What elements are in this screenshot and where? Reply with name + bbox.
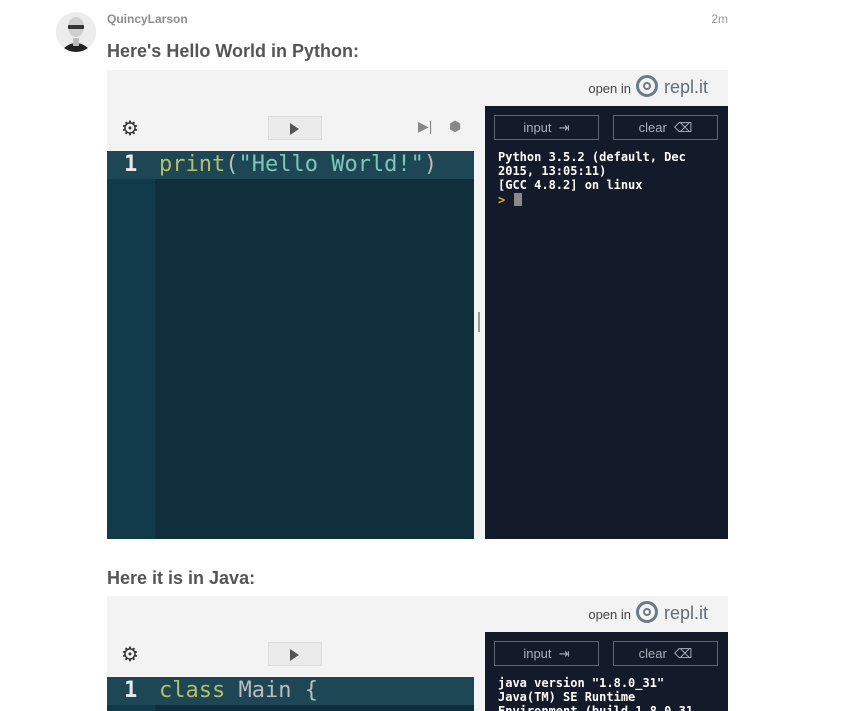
pane-divider[interactable] <box>474 106 485 539</box>
code-token-keyword: class <box>159 678 226 703</box>
gear-icon[interactable]: ⚙ <box>121 645 139 665</box>
backspace-icon: ⌫ <box>670 646 693 661</box>
divider-grip[interactable] <box>478 312 480 332</box>
code-text: class Main { <box>159 677 318 705</box>
input-button[interactable]: input ⇥ <box>494 115 599 140</box>
avatar[interactable] <box>56 12 96 52</box>
step-icon[interactable]: ▶| <box>418 118 432 135</box>
package-icon[interactable]: ⬢ <box>449 118 461 135</box>
clear-button[interactable]: clear ⌫ <box>613 115 718 140</box>
embed-header-bar: open in repl.it <box>107 70 728 106</box>
input-button-label: input <box>523 646 552 661</box>
input-button-label: input <box>523 120 552 135</box>
line-gutter <box>107 151 155 539</box>
clear-button-label: clear <box>638 120 667 135</box>
console-cursor <box>514 193 522 206</box>
console-output: Python 3.5.2 (default, Dec 2015, 13:05:1… <box>498 150 686 192</box>
input-button[interactable]: input ⇥ <box>494 641 599 666</box>
editor-toolbar: ⚙ <box>107 632 474 677</box>
code-area[interactable]: 1 class Main { <box>107 677 474 711</box>
repl-brand: repl.it <box>664 77 709 97</box>
gear-icon[interactable]: ⚙ <box>121 119 139 139</box>
editor-toolbar: ⚙ ▶| ⬢ <box>107 106 474 151</box>
console-output: java version "1.8.0_31" Java(TM) SE Runt… <box>498 676 694 711</box>
code-editor: ⚙ ▶| ⬢ 1 print("Hello World!") <box>107 106 474 539</box>
repl-logo[interactable]: repl.it <box>636 74 716 104</box>
avatar-portrait <box>56 12 96 52</box>
repl-logo-icon <box>636 601 658 623</box>
heading-python: Here's Hello World in Python: <box>107 41 359 61</box>
repl-embed-python: open in repl.it ⚙ ▶| ⬢ 1 print("Hello Wo… <box>107 70 728 539</box>
line-number: 1 <box>124 152 138 177</box>
code-line[interactable]: 1 class Main { <box>107 677 474 705</box>
clear-button-label: clear <box>638 646 667 661</box>
code-token-function: print <box>159 152 226 177</box>
open-in-label[interactable]: open in <box>588 81 631 96</box>
run-button[interactable] <box>268 642 322 666</box>
code-line[interactable]: 1 print("Hello World!") <box>107 151 474 179</box>
repl-logo[interactable]: repl.it <box>636 600 716 630</box>
code-token-paren-open: ( <box>225 152 239 177</box>
repl-brand: repl.it <box>664 603 709 623</box>
code-token-identifier: Main { <box>225 678 318 703</box>
code-text: print("Hello World!") <box>159 151 437 179</box>
backspace-icon: ⌫ <box>670 120 693 135</box>
pane-divider[interactable] <box>474 632 485 711</box>
embed-header-bar: open in repl.it <box>107 596 728 632</box>
line-number: 1 <box>124 678 138 703</box>
console-pane[interactable]: input ⇥ clear ⌫ java version "1.8.0_31" … <box>485 632 728 711</box>
console-pane[interactable]: input ⇥ clear ⌫ Python 3.5.2 (default, D… <box>485 106 728 539</box>
code-token-string: "Hello World!" <box>238 152 424 177</box>
post-time: 2m <box>711 12 728 26</box>
enter-icon: ⇥ <box>555 646 570 661</box>
run-button[interactable] <box>268 116 322 140</box>
repl-logo-icon <box>636 75 658 97</box>
code-area[interactable]: 1 print("Hello World!") <box>107 151 474 539</box>
post-author[interactable]: QuincyLarson <box>107 12 188 26</box>
enter-icon: ⇥ <box>555 120 570 135</box>
code-editor: ⚙ 1 class Main { <box>107 632 474 711</box>
heading-java: Here it is in Java: <box>107 568 256 588</box>
repl-embed-java: open in repl.it ⚙ 1 class Main { input ⇥… <box>107 596 728 711</box>
code-token-paren-close: ) <box>423 152 438 177</box>
prompt-icon: > <box>498 193 506 207</box>
clear-button[interactable]: clear ⌫ <box>613 641 718 666</box>
open-in-label[interactable]: open in <box>588 607 631 622</box>
